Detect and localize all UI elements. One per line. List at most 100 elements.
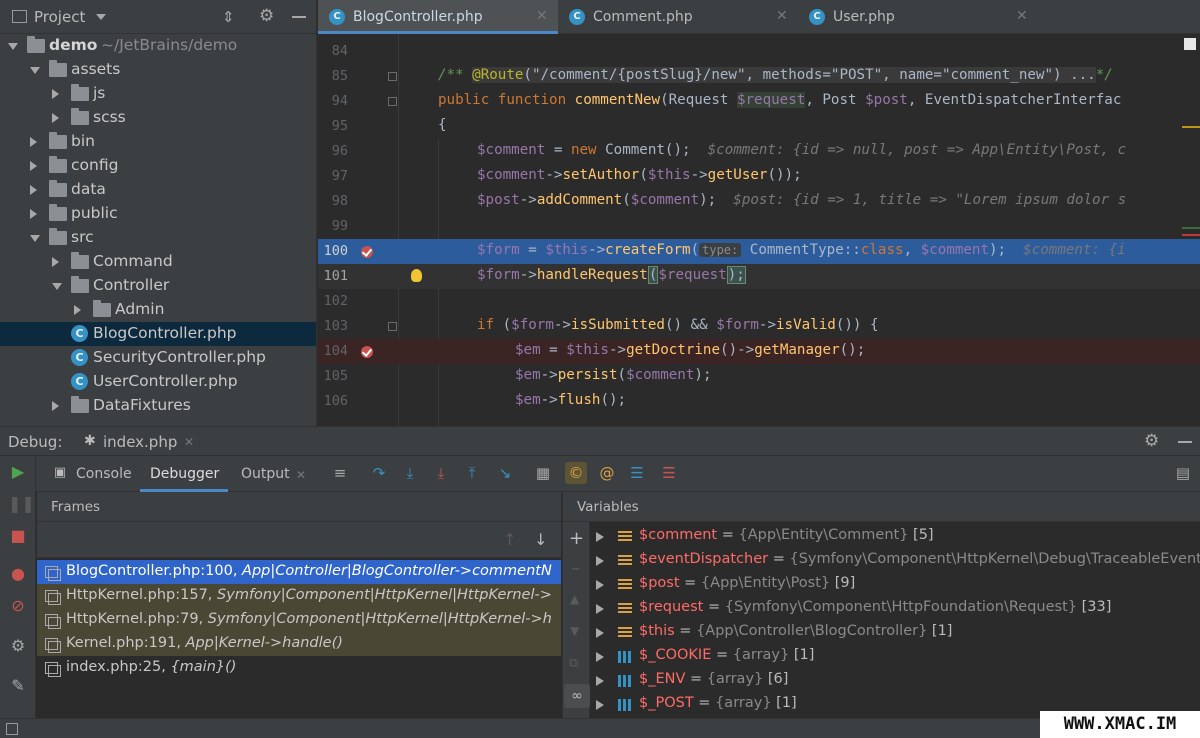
chevron-right-icon[interactable] — [30, 161, 37, 171]
breakpoint-icon[interactable] — [361, 346, 373, 358]
show-execution-point-icon[interactable]: ≡ — [331, 464, 349, 482]
minimize-icon[interactable] — [292, 16, 306, 18]
minimize-icon[interactable] — [1178, 441, 1192, 443]
copy-icon[interactable]: ⧉ — [569, 656, 578, 671]
force-step-into-icon[interactable]: ⤓ — [432, 464, 450, 482]
chevron-right-icon[interactable] — [52, 89, 59, 99]
chevron-right-icon[interactable] — [30, 209, 37, 219]
show-static-icon[interactable]: @ — [598, 464, 616, 482]
pin-icon[interactable]: ✎ — [8, 676, 28, 696]
mute-breakpoints-icon[interactable]: ⊘ — [8, 596, 28, 616]
execution-point-line[interactable]: 100 $form = $this->createForm(type: Comm… — [318, 239, 1200, 264]
tab-blogcontroller[interactable]: C BlogController.php ✕ — [318, 0, 558, 34]
run-to-cursor-icon[interactable]: ↘ — [496, 464, 514, 482]
chevron-right-icon[interactable] — [52, 257, 59, 267]
chevron-right-icon[interactable] — [596, 580, 604, 590]
breakpoint-icon[interactable] — [361, 246, 373, 258]
code-line[interactable]: 95 { — [318, 114, 1200, 139]
tree-item[interactable]: C BlogController.php — [0, 322, 316, 346]
tree-item[interactable]: C UserController.php — [0, 370, 316, 394]
stack-frame-row[interactable]: HttpKernel.php:79, Symfony|Component|Htt… — [37, 608, 561, 632]
project-view-title[interactable]: Project — [34, 8, 85, 26]
variable-row[interactable]: $_COOKIE = {array} [1] — [590, 645, 1200, 669]
fold-marker-icon[interactable] — [388, 322, 397, 331]
chevron-down-icon[interactable] — [8, 43, 18, 50]
show-constants-icon[interactable]: © — [565, 462, 587, 484]
pause-icon[interactable]: ❚❚ — [8, 494, 35, 514]
code-line[interactable]: 97 $comment->setAuthor($this->getUser())… — [318, 164, 1200, 189]
numbered-list-icon[interactable]: ☰ — [628, 464, 646, 482]
breakpoint-line[interactable]: 104 $em = $this->getDoctrine()->getManag… — [318, 339, 1200, 364]
tree-item[interactable]: data — [0, 178, 316, 202]
arrow-up-icon[interactable]: ▲ — [570, 592, 579, 606]
close-icon[interactable]: ✕ — [536, 8, 548, 24]
code-editor[interactable]: 84 85 /** @Route("/comment/{postSlug}/ne… — [318, 34, 1200, 426]
code-line[interactable]: 102 — [318, 289, 1200, 314]
chevron-right-icon[interactable] — [74, 305, 81, 315]
tab-console[interactable]: Console — [76, 466, 132, 482]
chevron-right-icon[interactable] — [596, 652, 604, 662]
chevron-right-icon[interactable] — [596, 628, 604, 638]
arrow-down-icon[interactable]: ▼ — [570, 624, 579, 638]
tree-item[interactable]: src — [0, 226, 316, 250]
code-line[interactable]: 99 — [318, 214, 1200, 239]
chevron-down-icon[interactable] — [52, 283, 62, 290]
tree-item[interactable]: C SecurityController.php — [0, 346, 316, 370]
chevron-right-icon[interactable] — [30, 185, 37, 195]
variable-row[interactable]: $post = {App\Entity\Post} [9] — [590, 573, 1200, 597]
step-into-icon[interactable]: ⤓ — [401, 464, 419, 482]
code-line[interactable]: 103 if ($form->isSubmitted() && $form->i… — [318, 314, 1200, 339]
glasses-icon[interactable]: ∞ — [564, 684, 590, 708]
plus-icon[interactable]: + — [569, 528, 584, 549]
tree-item[interactable]: Command — [0, 250, 316, 274]
chevron-right-icon[interactable] — [596, 700, 604, 710]
chevron-down-icon[interactable] — [30, 235, 40, 242]
stop-icon[interactable]: ■ — [8, 526, 28, 546]
scroll-marker[interactable] — [1182, 227, 1200, 229]
scroll-marker[interactable] — [1182, 234, 1200, 236]
code-line[interactable]: 106 $em->flush(); — [318, 389, 1200, 414]
variable-row[interactable]: $this = {App\Controller\BlogController} … — [590, 621, 1200, 645]
variable-row[interactable]: $eventDispatcher = {Symfony\Component\Ht… — [590, 549, 1200, 573]
step-over-icon[interactable]: ↷ — [370, 464, 388, 482]
chevron-right-icon[interactable] — [596, 556, 604, 566]
gear-icon[interactable]: ⚙ — [259, 6, 274, 26]
chevron-right-icon[interactable] — [30, 137, 37, 147]
tree-item[interactable]: config — [0, 154, 316, 178]
tab-user[interactable]: C User.php ✕ — [798, 0, 1038, 34]
fold-marker-icon[interactable] — [388, 97, 397, 106]
add-watch-icon[interactable]: ☰ — [660, 464, 678, 482]
chevron-right-icon[interactable] — [596, 532, 604, 542]
stack-frame-row[interactable]: Kernel.php:191, App|Kernel->handle() — [37, 632, 561, 656]
tree-item[interactable]: Controller — [0, 274, 316, 298]
tree-item[interactable]: js — [0, 82, 316, 106]
stack-frame-row[interactable]: HttpKernel.php:157, Symfony|Component|Ht… — [37, 584, 561, 608]
stack-frame-row[interactable]: BlogController.php:100, App|Controller|B… — [37, 560, 561, 584]
code-line[interactable]: 105 $em->persist($comment); — [318, 364, 1200, 389]
inspection-status-icon[interactable] — [1184, 38, 1196, 50]
tree-item[interactable]: DataFixtures — [0, 394, 316, 418]
tab-debugger[interactable]: Debugger — [150, 466, 219, 482]
code-line[interactable]: 101 $form->handleRequest($request); — [318, 264, 1200, 289]
code-line[interactable]: 85 /** @Route("/comment/{postSlug}/new",… — [318, 64, 1200, 89]
arrow-up-icon[interactable]: ↑ — [503, 530, 516, 549]
variable-row[interactable]: $comment = {App\Entity\Comment} [5] — [590, 525, 1200, 549]
evaluate-expression-icon[interactable]: ▦ — [534, 464, 552, 482]
stack-frame-row[interactable]: index.php:25, {main}() — [37, 656, 561, 680]
chevron-right-icon[interactable] — [52, 401, 59, 411]
gear-icon[interactable]: ⚙ — [8, 636, 28, 656]
close-icon[interactable]: ✕ — [776, 8, 788, 24]
step-out-icon[interactable]: ⤒ — [463, 464, 481, 482]
tree-item[interactable]: bin — [0, 130, 316, 154]
scroll-marker[interactable] — [1182, 126, 1200, 128]
tree-item[interactable]: public — [0, 202, 316, 226]
chevron-right-icon[interactable] — [596, 604, 604, 614]
tab-comment[interactable]: C Comment.php ✕ — [558, 0, 798, 34]
chevron-right-icon[interactable] — [52, 113, 59, 123]
close-icon[interactable]: ✕ — [1016, 8, 1028, 24]
code-line[interactable]: 94 public function commentNew(Request $r… — [318, 89, 1200, 114]
collapse-all-icon[interactable]: ⇕ — [222, 8, 235, 26]
gear-icon[interactable]: ⚙ — [1144, 431, 1159, 451]
close-icon[interactable]: ✕ — [184, 435, 194, 449]
code-line[interactable]: 98 $post->addComment($comment); $post: {… — [318, 189, 1200, 214]
